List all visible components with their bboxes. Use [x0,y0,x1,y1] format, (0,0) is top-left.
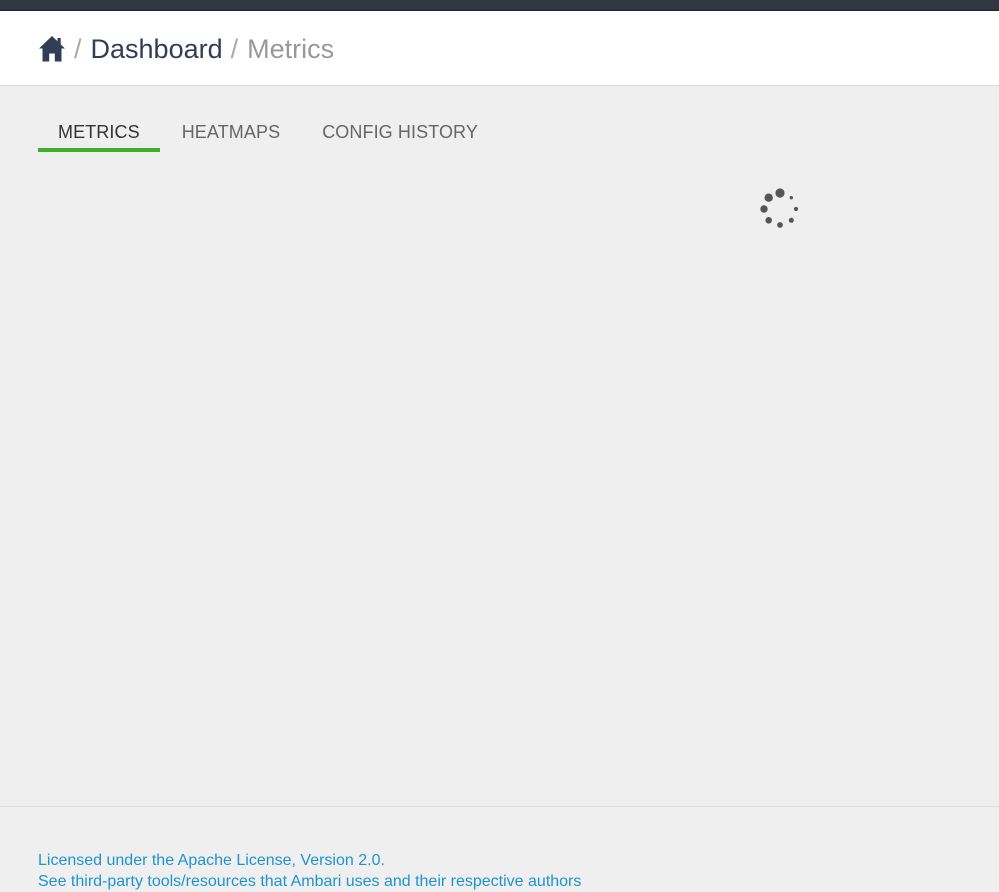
third-party-link[interactable]: See third-party tools/resources that Amb… [38,872,581,892]
breadcrumb-separator: / [230,34,239,64]
tab-config-history[interactable]: CONFIG HISTORY [302,117,498,152]
loading-spinner-icon [757,186,803,232]
top-navbar [0,0,999,11]
page-footer: Licensed under the Apache License, Versi… [0,806,999,890]
home-icon[interactable] [38,35,66,63]
breadcrumb-dashboard-link[interactable]: Dashboard [91,31,223,67]
breadcrumb: / Dashboard / Metrics [38,31,334,67]
breadcrumb-current-page: Metrics [247,34,335,64]
tab-heatmaps[interactable]: HEATMAPS [162,117,300,152]
license-link[interactable]: Licensed under the Apache License, Versi… [38,851,385,871]
page-header: / Dashboard / Metrics [0,11,999,86]
dashboard-tabs: METRICS HEATMAPS CONFIG HISTORY [38,117,498,152]
breadcrumb-separator: / [74,34,82,64]
tab-metrics[interactable]: METRICS [38,117,160,152]
